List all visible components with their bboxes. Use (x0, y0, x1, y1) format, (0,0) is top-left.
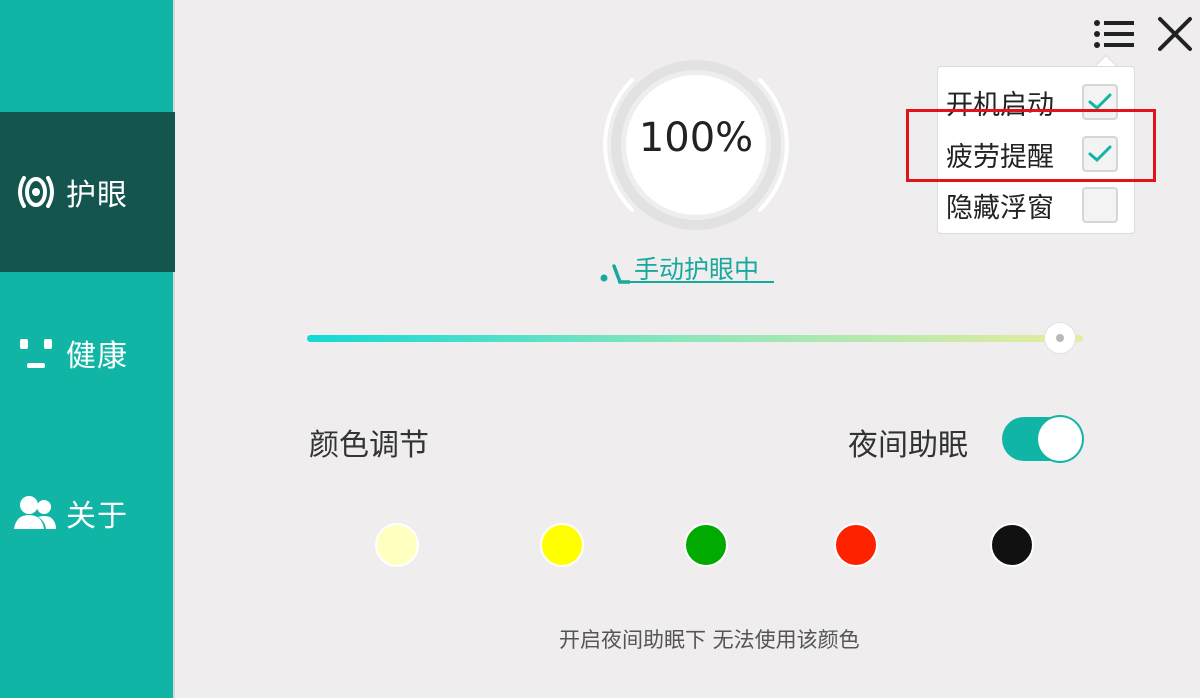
hide-float-checkbox[interactable] (1082, 187, 1118, 223)
sidebar-item-label: 关于 (66, 499, 128, 534)
menu-item-fatigue-reminder[interactable]: 疲劳提醒 (946, 132, 1126, 176)
sidebar-item-label: 健康 (66, 339, 128, 374)
night-mode-toggle[interactable] (1002, 417, 1082, 461)
menu-item-autostart[interactable]: 开机启动 (946, 80, 1126, 124)
gauge-value: 100% (638, 115, 754, 161)
brightness-slider[interactable] (307, 335, 1083, 342)
menu-item-label: 疲劳提醒 (946, 141, 1054, 173)
brightness-slider-handle[interactable] (1044, 323, 1075, 353)
color-swatch-yellow[interactable] (540, 523, 584, 567)
color-swatch-light-yellow[interactable] (375, 523, 419, 567)
manual-eye-care-link[interactable]: 手动护眼中 (600, 248, 776, 286)
menu-item-hide-float[interactable]: 隐藏浮窗 (946, 183, 1126, 227)
color-adjust-label: 颜色调节 (309, 428, 429, 463)
toggle-knob (1038, 417, 1082, 461)
menu-item-label: 开机启动 (946, 89, 1054, 121)
color-swatch-green[interactable] (684, 523, 728, 567)
autostart-checkbox[interactable] (1082, 84, 1118, 120)
night-mode-note: 开启夜间助眠下 无法使用该颜色 (559, 628, 860, 652)
sidebar-item-eye-care[interactable]: 护眼 (0, 112, 175, 272)
sidebar-item-health[interactable]: 健康 (0, 273, 175, 433)
menu-item-label: 隐藏浮窗 (946, 192, 1054, 224)
eye-icon (14, 170, 58, 214)
sidebar: 护眼 健康 关于 (0, 0, 175, 698)
list-menu-icon[interactable] (1092, 14, 1136, 58)
sidebar-item-about[interactable]: 关于 (0, 433, 175, 593)
check-icon (1088, 145, 1112, 163)
sidebar-item-label: 护眼 (66, 178, 128, 213)
night-mode-label: 夜间助眠 (848, 428, 968, 463)
check-icon (1088, 93, 1112, 111)
fatigue-reminder-checkbox[interactable] (1082, 136, 1118, 172)
color-swatch-red[interactable] (834, 523, 878, 567)
mode-underline (618, 281, 774, 283)
close-icon[interactable] (1155, 14, 1195, 58)
face-icon (14, 331, 58, 375)
color-swatch-black[interactable] (990, 523, 1034, 567)
users-icon (14, 491, 58, 535)
